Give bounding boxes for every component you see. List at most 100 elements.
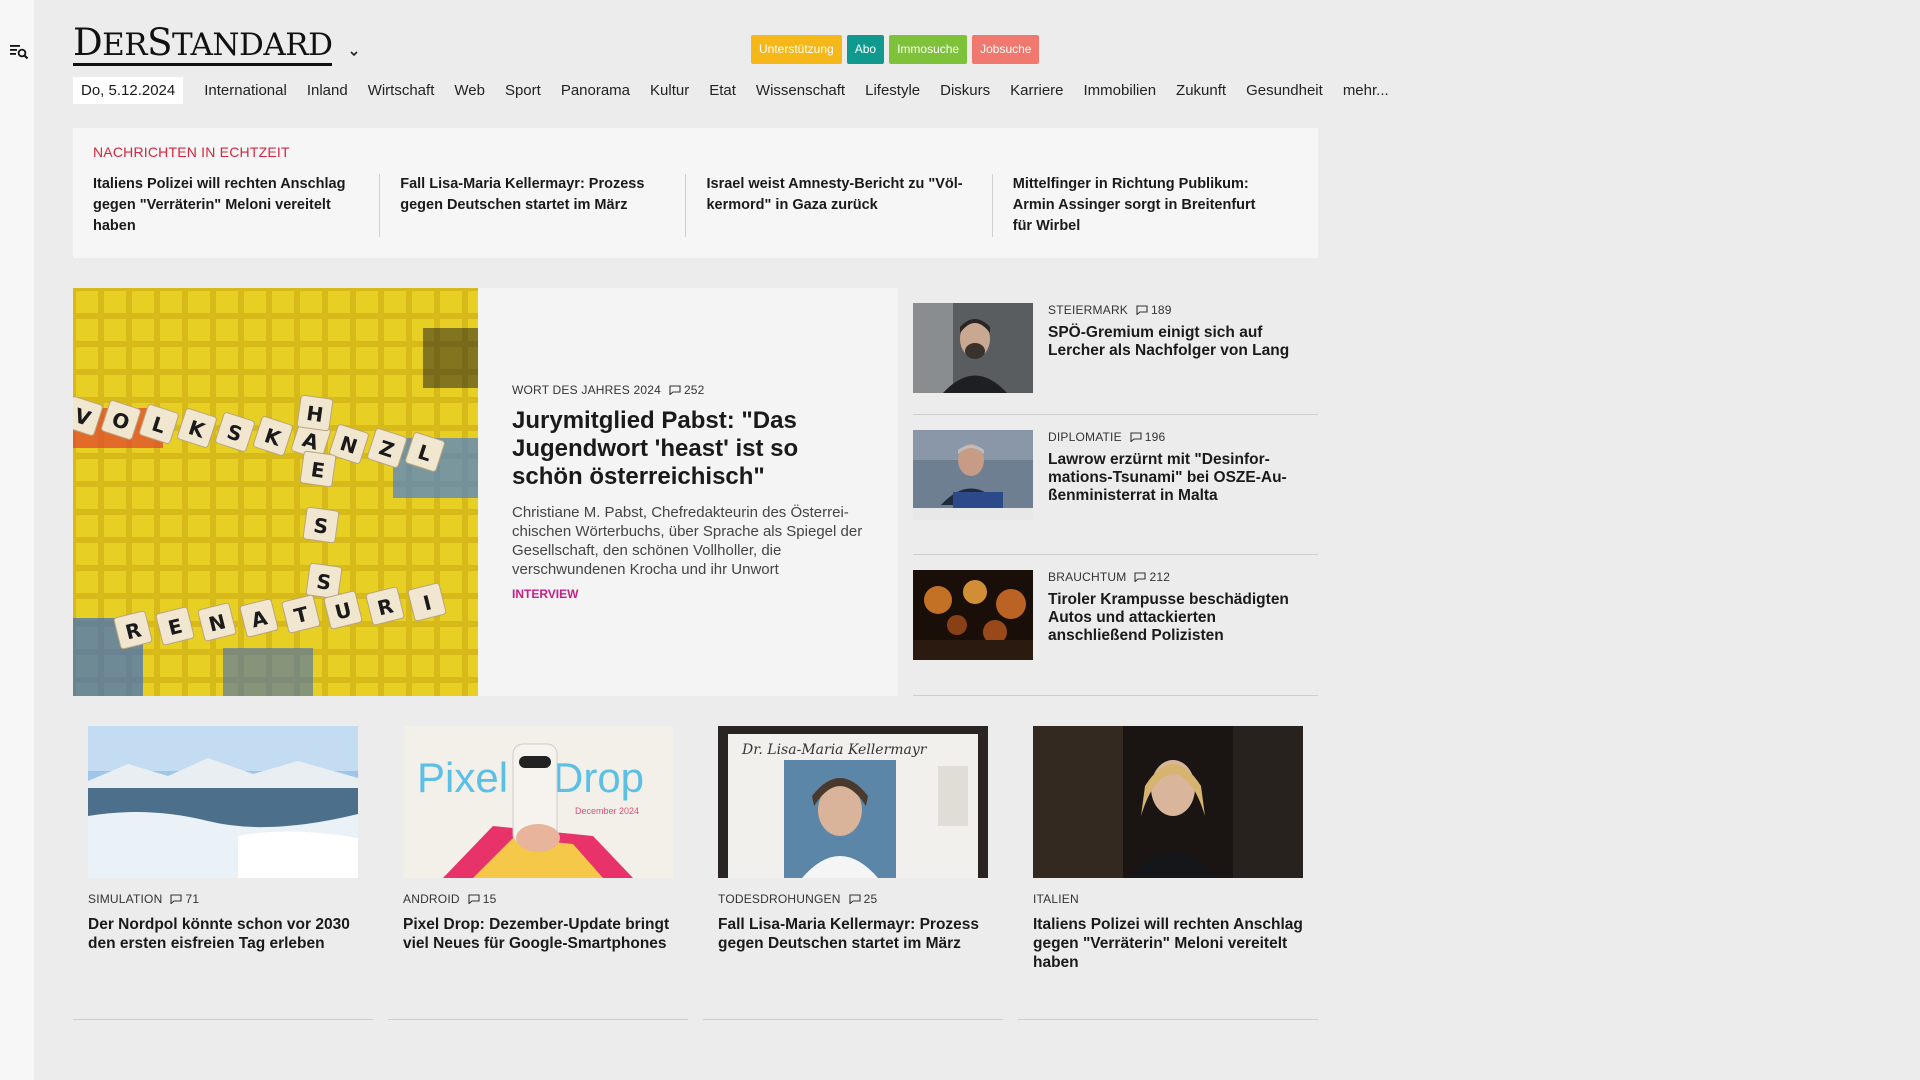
- side-title[interactable]: Lawrow erzürnt mit "Desinfor-mations-Tsu…: [1048, 451, 1318, 505]
- nav-item-panorama[interactable]: Panorama: [561, 82, 630, 99]
- comment-icon: [1130, 432, 1142, 442]
- nav-item-karriere[interactable]: Karriere: [1010, 82, 1063, 99]
- nav-item-lifestyle[interactable]: Lifestyle: [865, 82, 920, 99]
- side-image-lavrov: [913, 430, 1033, 520]
- scrabble-tile: S: [302, 506, 340, 544]
- scrabble-tile: H: [296, 394, 334, 432]
- lead-image-scrabble: VOLKSKANZL HESS RENATURI: [73, 288, 478, 696]
- comment-count[interactable]: 196: [1130, 430, 1166, 444]
- nav-item-etat[interactable]: Etat: [709, 82, 736, 99]
- svg-text:Dr. Lisa-Maria Kellermayr: Dr. Lisa-Maria Kellermayr: [741, 742, 928, 758]
- side-image-krampus: [913, 570, 1033, 660]
- side-story[interactable]: Brauchtum 212 Tiroler Krampusse beschädi…: [913, 555, 1318, 696]
- scrabble-tile: E: [155, 606, 195, 646]
- side-story[interactable]: Steiermark 189 SPÖ-Gremium einigt sich a…: [913, 288, 1318, 415]
- ticker-item[interactable]: Israel weist Amnesty-Bericht zu "Völ-ker…: [685, 174, 991, 237]
- nav-item-diskurs[interactable]: Diskurs: [940, 82, 990, 99]
- comment-count[interactable]: 252: [669, 383, 705, 397]
- support-button[interactable]: Unterstützung: [751, 35, 842, 64]
- live-ticker: NACHRICHTEN IN ECHTZEIT Italiens Polizei…: [73, 128, 1318, 258]
- card-image-arctic: [88, 726, 358, 878]
- side-title[interactable]: Tiroler Krampusse beschädigten Autos und…: [1048, 591, 1318, 645]
- card-title[interactable]: Der Nordpol könnte schon vor 2030 den er…: [88, 915, 358, 953]
- story-card[interactable]: Simulation 71 Der Nordpol könnte schon v…: [73, 714, 373, 1020]
- card-image-meloni: [1033, 726, 1303, 878]
- scrabble-tile: S: [305, 562, 343, 600]
- nav-item-wissenschaft[interactable]: Wissenschaft: [756, 82, 845, 99]
- scrabble-tile: R: [113, 610, 153, 650]
- svg-text:Drop: Drop: [553, 754, 644, 801]
- side-stories: Steiermark 189 SPÖ-Gremium einigt sich a…: [913, 288, 1318, 696]
- side-kicker: Steiermark 189: [1048, 303, 1172, 317]
- side-kicker: Brauchtum 212: [1048, 570, 1171, 584]
- scrabble-tile: R: [365, 586, 405, 626]
- comment-count[interactable]: 212: [1134, 570, 1170, 584]
- nav-item-inland[interactable]: Inland: [307, 82, 348, 99]
- ticker-item[interactable]: Fall Lisa-Maria Kellermayr: Prozess gege…: [379, 174, 685, 237]
- comment-count[interactable]: 15: [468, 892, 497, 906]
- nav-item-zukunft[interactable]: Zukunft: [1176, 82, 1226, 99]
- scrabble-tile: U: [323, 590, 363, 630]
- nav-item-gesundheit[interactable]: Gesundheit: [1246, 82, 1323, 99]
- card-title[interactable]: Pixel Drop: Dezember-Update bringt viel …: [403, 915, 673, 953]
- side-rail: [0, 0, 34, 1080]
- svg-text:December 2024: December 2024: [575, 806, 639, 816]
- service-buttons: Unterstützung Abo Immosuche Jobsuche: [751, 35, 1040, 64]
- main-nav: Do, 5.12.2024 International Inland Wirts…: [73, 77, 1399, 104]
- scrabble-tile: A: [239, 598, 279, 638]
- scrabble-tile: I: [407, 582, 447, 622]
- comment-count[interactable]: 71: [170, 892, 199, 906]
- chevron-down-icon[interactable]: [348, 48, 360, 60]
- card-kicker: Simulation 71: [88, 892, 200, 906]
- story-card[interactable]: Pixel Drop December 2024 Android 15 Pixe…: [388, 714, 688, 1020]
- card-kicker: Todesdrohungen 25: [718, 892, 878, 906]
- menu-search-icon[interactable]: [9, 42, 29, 62]
- story-row: Simulation 71 Der Nordpol könnte schon v…: [73, 714, 1318, 1020]
- comment-icon: [849, 894, 861, 904]
- card-title[interactable]: Italiens Polizei will rechten Anschlag g…: [1033, 915, 1303, 972]
- card-image-pixel-drop: Pixel Drop December 2024: [403, 726, 673, 878]
- brand-bar: DERSTANDARD: [73, 24, 360, 66]
- comment-icon: [1136, 305, 1148, 315]
- nav-item-immobilien[interactable]: Immobilien: [1084, 82, 1157, 99]
- ticker-item[interactable]: Italiens Polizei will rechten Anschlag g…: [93, 174, 379, 237]
- comment-icon: [1134, 572, 1147, 582]
- ticker-heading: NACHRICHTEN IN ECHTZEIT: [93, 144, 290, 160]
- story-card[interactable]: Dr. Lisa-Maria Kellermayr Todesdrohungen…: [703, 714, 1003, 1020]
- lead-kicker: Wort des Jahres 2024 252: [512, 383, 705, 397]
- card-kicker: Italien: [1033, 892, 1079, 906]
- logo[interactable]: DERSTANDARD: [73, 24, 333, 66]
- side-title[interactable]: SPÖ-Gremium einigt sich auf Lercher als …: [1048, 324, 1318, 360]
- nav-item-mehr[interactable]: mehr...: [1343, 82, 1389, 99]
- comment-icon: [669, 385, 681, 395]
- comment-count[interactable]: 189: [1136, 303, 1172, 317]
- side-story[interactable]: Diplomatie 196 Lawrow erzürnt mit "Desin…: [913, 415, 1318, 555]
- comment-count[interactable]: 25: [849, 892, 878, 906]
- date-display: Do, 5.12.2024: [73, 77, 184, 104]
- nav-item-international[interactable]: International: [204, 82, 287, 99]
- card-title[interactable]: Fall Lisa-Maria Kellermayr: Prozess gege…: [718, 915, 988, 953]
- lead-story[interactable]: VOLKSKANZL HESS RENATURI Wort des Jahres…: [73, 288, 898, 696]
- side-kicker: Diplomatie 196: [1048, 430, 1166, 444]
- scrabble-tile: N: [197, 602, 237, 642]
- nav-item-sport[interactable]: Sport: [505, 82, 541, 99]
- nav-item-wirtschaft[interactable]: Wirtschaft: [368, 82, 435, 99]
- nav-item-web[interactable]: Web: [454, 82, 485, 99]
- lead-teaser: Christiane M. Pabst, Chefredakteurin des…: [512, 504, 863, 578]
- scrabble-tile: T: [281, 594, 321, 634]
- abo-button[interactable]: Abo: [846, 35, 885, 64]
- lead-tag: INTERVIEW: [512, 587, 579, 601]
- svg-text:H: H: [305, 401, 325, 427]
- story-card[interactable]: Italien Italiens Polizei will rechten An…: [1018, 714, 1318, 1020]
- svg-text:Pixel: Pixel: [417, 754, 508, 801]
- card-kicker: Android 15: [403, 892, 497, 906]
- immosuche-button[interactable]: Immosuche: [889, 35, 968, 64]
- jobsuche-button[interactable]: Jobsuche: [972, 35, 1040, 64]
- side-image-portrait: [913, 303, 1033, 393]
- comment-icon: [170, 894, 183, 904]
- nav-item-kultur[interactable]: Kultur: [650, 82, 689, 99]
- lead-title[interactable]: Jurymitglied Pabst: "Das Jugendwort 'hea…: [512, 407, 864, 491]
- ticker-item[interactable]: Mittelfinger in Richtung Publikum: Armin…: [991, 174, 1298, 237]
- scrabble-tile: E: [299, 450, 337, 488]
- comment-icon: [468, 894, 480, 904]
